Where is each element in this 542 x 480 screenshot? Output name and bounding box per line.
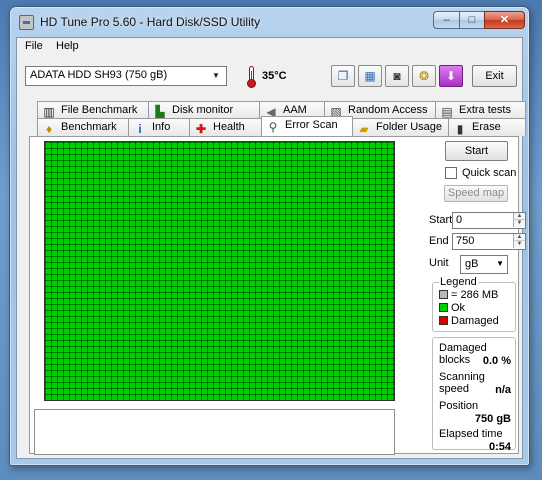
menu-bar: File Help	[17, 38, 522, 56]
end-spinbox[interactable]: 750 ▲ ▼	[452, 233, 526, 250]
tab-extra-tests[interactable]: ▤ Extra tests	[435, 101, 526, 119]
benchmark-icon: ♦	[45, 122, 53, 136]
extra-tests-icon: ▤	[441, 105, 453, 119]
tab-file-benchmark[interactable]: ▥ File Benchmark	[37, 101, 149, 119]
grey-swatch-icon	[439, 290, 448, 299]
exit-button[interactable]: Exit	[472, 65, 517, 87]
tab-label: Info	[152, 121, 171, 133]
start-button[interactable]: Start	[445, 141, 508, 161]
unit-select[interactable]: gB ▼	[460, 255, 508, 274]
disk-app-icon[interactable]	[19, 15, 34, 30]
end-value: 750	[456, 235, 475, 247]
title-bar[interactable]: HD Tune Pro 5.60 - Hard Disk/SSD Utility…	[10, 7, 529, 37]
tab-disk-monitor[interactable]: ▙ Disk monitor	[148, 101, 260, 119]
legend-box: Legend = 286 MB Ok Damaged	[432, 276, 516, 332]
tab-error-scan[interactable]: ⚲ Error Scan	[261, 116, 353, 136]
green-swatch-icon	[439, 303, 448, 312]
copy-screen-icon: ▦	[364, 69, 376, 83]
tab-label: Disk monitor	[172, 104, 234, 116]
end-field-label: End	[429, 235, 449, 247]
chevron-down-icon: ▼	[212, 71, 220, 80]
tab-label: Folder Usage	[376, 121, 443, 133]
position-label: Position	[439, 400, 479, 412]
scan-stats-box: Damaged blocks 0.0 % Scanning speed n/a …	[432, 337, 516, 453]
damaged-blocks-value: 0.0 %	[482, 355, 511, 367]
trash-icon: ▮	[456, 122, 464, 136]
unit-value: gB	[465, 258, 479, 270]
health-cross-icon: ✚	[195, 122, 207, 136]
disk-monitor-icon: ▙	[155, 105, 165, 119]
spin-up-icon[interactable]: ▲	[513, 213, 525, 220]
scanning-speed-value: n/a	[495, 384, 511, 396]
legend-item-ok: Ok	[439, 302, 465, 314]
legend-label: Damaged	[451, 315, 499, 327]
close-button[interactable]: ✕	[484, 11, 525, 29]
copy-screen-button[interactable]: ▦	[358, 65, 382, 87]
start-spinbox[interactable]: 0 ▲ ▼	[452, 212, 526, 229]
legend-title: Legend	[439, 276, 478, 288]
chevron-down-icon: ▼	[496, 259, 504, 268]
spin-down-icon[interactable]: ▼	[513, 241, 525, 248]
legend-item-block-size: = 286 MB	[439, 289, 498, 301]
quick-scan-checkbox[interactable]	[445, 167, 457, 179]
unit-label: Unit	[429, 257, 449, 269]
info-icon: i	[138, 122, 142, 136]
copy-info-icon: ❐	[337, 69, 349, 83]
file-benchmark-icon: ▥	[43, 105, 55, 119]
scan-log-box[interactable]	[34, 409, 395, 455]
spin-up-icon[interactable]: ▲	[513, 234, 525, 241]
maximize-button[interactable]: □	[459, 11, 485, 29]
tab-label: AAM	[283, 104, 307, 116]
speed-map-button[interactable]: Speed map	[444, 185, 508, 202]
folder-icon: ▰	[359, 122, 369, 136]
tab-label: Random Access	[348, 104, 428, 116]
toolbar: ADATA HDD SH93 (750 gB) ▼ 35°C ❐ ▦ ◙ ❂ ⬇…	[17, 56, 522, 100]
tab-folder-usage[interactable]: ▰ Folder Usage	[352, 118, 449, 136]
elapsed-time-label: Elapsed time	[439, 428, 503, 440]
magnifier-icon: ⚲	[268, 120, 278, 134]
tab-label: Benchmark	[61, 121, 117, 133]
tab-label: Health	[213, 121, 245, 133]
copy-info-button[interactable]: ❐	[331, 65, 355, 87]
window-title: HD Tune Pro 5.60 - Hard Disk/SSD Utility	[40, 15, 261, 29]
block-map-grid	[44, 141, 395, 401]
tab-label: File Benchmark	[61, 104, 138, 116]
menu-file[interactable]: File	[25, 40, 43, 52]
drive-select[interactable]: ADATA HDD SH93 (750 gB) ▼	[25, 66, 227, 86]
temperature-readout: 35°C	[262, 70, 287, 82]
scan-controls: Start Quick scan Speed map Start 0 ▲ ▼ E…	[410, 137, 526, 455]
main-window: HD Tune Pro 5.60 - Hard Disk/SSD Utility…	[9, 6, 530, 466]
red-swatch-icon	[439, 316, 448, 325]
screenshot-button[interactable]: ◙	[385, 65, 409, 87]
thermometer-icon	[245, 65, 257, 89]
tab-info[interactable]: i Info	[128, 118, 190, 136]
elapsed-time-value: 0:54	[488, 441, 511, 453]
tab-label: Extra tests	[459, 104, 511, 116]
spin-down-icon[interactable]: ▼	[513, 220, 525, 227]
start-value: 0	[456, 214, 463, 226]
menu-help[interactable]: Help	[56, 40, 79, 52]
position-value: 750 gB	[474, 413, 511, 425]
save-button[interactable]: ⬇	[439, 65, 463, 87]
start-field-label: Start	[429, 214, 453, 226]
legend-label: Ok	[451, 302, 466, 314]
quick-scan-label: Quick scan	[462, 167, 517, 179]
tab-benchmark[interactable]: ♦ Benchmark	[37, 118, 129, 136]
legend-item-damaged: Damaged	[439, 315, 499, 327]
save-download-icon: ⬇	[445, 69, 457, 83]
tab-health[interactable]: ✚ Health	[189, 118, 262, 136]
screenshot-camera-icon: ◙	[393, 69, 401, 83]
options-button[interactable]: ❂	[412, 65, 436, 87]
drive-select-value: ADATA HDD SH93 (750 gB)	[30, 69, 168, 81]
tab-erase[interactable]: ▮ Erase	[448, 118, 526, 136]
client-area: File Help ADATA HDD SH93 (750 gB) ▼ 35°C…	[16, 37, 526, 459]
options-coins-icon: ❂	[418, 69, 430, 83]
tab-label: Error Scan	[285, 119, 338, 131]
minimize-button[interactable]: –	[433, 11, 460, 29]
legend-label: = 286 MB	[451, 289, 499, 301]
tab-label: Erase	[472, 121, 501, 133]
error-scan-panel: Start Quick scan Speed map Start 0 ▲ ▼ E…	[29, 136, 526, 455]
